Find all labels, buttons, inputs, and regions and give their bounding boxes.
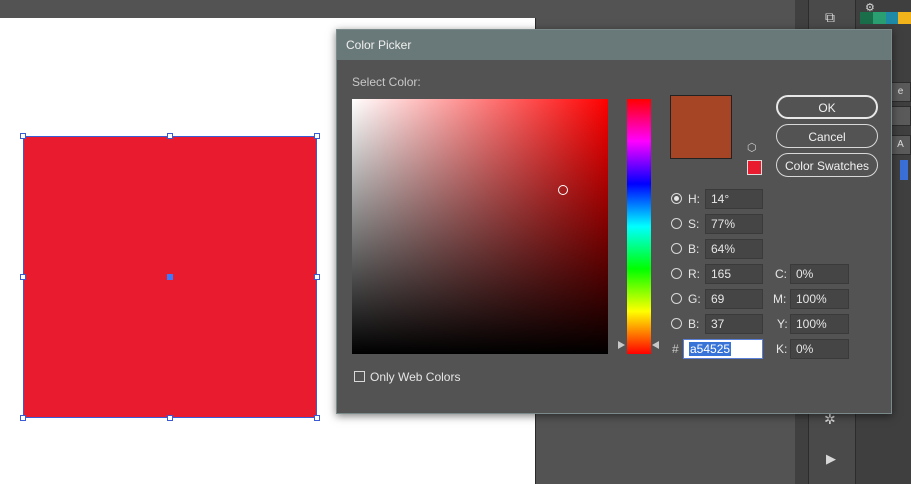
handle-bottom-left[interactable]: [20, 415, 26, 421]
swatch-strip[interactable]: [860, 12, 911, 24]
color-picker-dialog: Color Picker Select Color: ⬡ OK Cancel C…: [336, 29, 892, 414]
blue-label: B:: [688, 317, 700, 331]
red-field[interactable]: 165: [705, 264, 763, 284]
brightness-label: B:: [688, 242, 700, 256]
brightness-field[interactable]: 64%: [705, 239, 763, 259]
red-label: R:: [688, 267, 700, 281]
cyan-label: C:: [775, 267, 787, 281]
panel-tab-a[interactable]: A: [890, 135, 911, 155]
handle-top-left[interactable]: [20, 133, 26, 139]
panel-blue-strip: [900, 160, 908, 180]
select-color-label: Select Color:: [352, 75, 421, 89]
saturation-field[interactable]: 77%: [705, 214, 763, 234]
hue-label: H:: [688, 192, 700, 206]
handle-middle-left[interactable]: [20, 274, 26, 280]
yellow-label: Y:: [777, 317, 788, 331]
handle-top-middle[interactable]: [167, 133, 173, 139]
saturation-label: S:: [688, 217, 700, 231]
hue-slider-arrow-left[interactable]: [618, 341, 625, 349]
hue-field[interactable]: 14°: [705, 189, 763, 209]
knob-icon[interactable]: ✲: [824, 412, 836, 426]
hex-field[interactable]: a54525: [683, 339, 763, 359]
arrange-icon[interactable]: ⧉: [825, 10, 835, 24]
handle-top-right[interactable]: [314, 133, 320, 139]
color-field[interactable]: [352, 99, 608, 354]
black-label: K:: [776, 342, 788, 356]
cube-icon[interactable]: ⬡: [747, 141, 757, 154]
blue-radio[interactable]: [671, 318, 682, 329]
magenta-label: M:: [773, 292, 787, 306]
magenta-field[interactable]: 100%: [790, 289, 849, 309]
hue-radio[interactable]: [671, 193, 682, 204]
handle-middle-right[interactable]: [314, 274, 320, 280]
panel-tab-e[interactable]: e: [890, 82, 911, 102]
hue-slider[interactable]: [627, 99, 651, 354]
dialog-title[interactable]: Color Picker: [337, 30, 891, 60]
color-swatches-button[interactable]: Color Swatches: [776, 153, 878, 177]
hue-slider-arrow-right[interactable]: [652, 341, 659, 349]
black-field[interactable]: 0%: [790, 339, 849, 359]
cancel-button[interactable]: Cancel: [776, 124, 878, 148]
new-color-preview: [670, 95, 732, 159]
panel-button[interactable]: [890, 106, 911, 126]
center-point: [167, 274, 173, 280]
brightness-radio[interactable]: [671, 243, 682, 254]
handle-bottom-right[interactable]: [314, 415, 320, 421]
only-web-colors-checkbox[interactable]: [354, 371, 365, 382]
yellow-field[interactable]: 100%: [790, 314, 849, 334]
green-label: G:: [688, 292, 701, 306]
top-strip: [0, 0, 535, 18]
red-radio[interactable]: [671, 268, 682, 279]
color-field-marker[interactable]: [558, 185, 568, 195]
saturation-radio[interactable]: [671, 218, 682, 229]
previous-color-swatch[interactable]: [747, 160, 762, 175]
green-radio[interactable]: [671, 293, 682, 304]
blue-field[interactable]: 37: [705, 314, 763, 334]
hex-label: #: [672, 342, 679, 356]
green-field[interactable]: 69: [705, 289, 763, 309]
hex-value: a54525: [689, 342, 732, 356]
only-web-colors-label[interactable]: Only Web Colors: [370, 370, 460, 384]
ok-button[interactable]: OK: [776, 95, 878, 119]
play-icon[interactable]: ▶: [826, 452, 836, 466]
handle-bottom-middle[interactable]: [167, 415, 173, 421]
cyan-field[interactable]: 0%: [790, 264, 849, 284]
